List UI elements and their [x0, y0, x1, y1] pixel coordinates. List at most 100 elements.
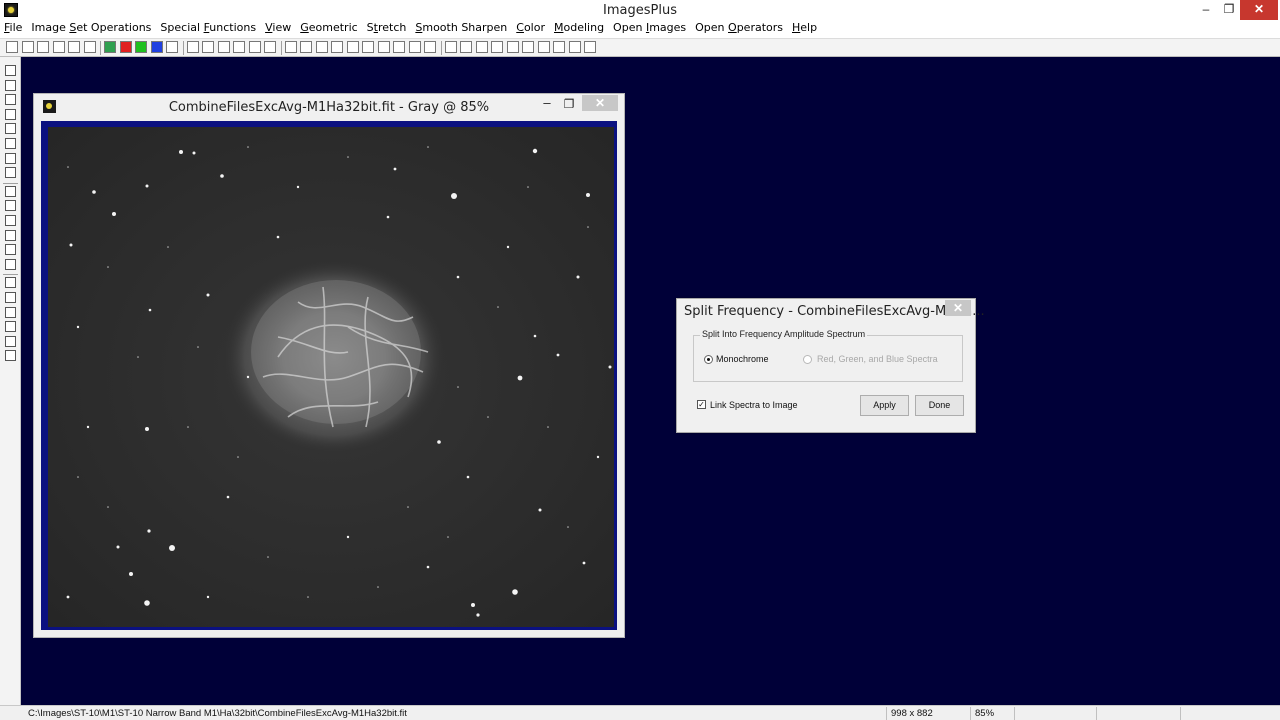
print-icon[interactable]	[83, 41, 96, 53]
monochrome-radio[interactable]	[704, 355, 713, 364]
new-file-icon[interactable]	[6, 41, 18, 53]
status-zoom: 85%	[970, 707, 1012, 720]
redo-all-icon[interactable]	[233, 41, 245, 53]
menu-color[interactable]: Color	[512, 21, 550, 37]
toolbar-separator	[100, 41, 101, 55]
menu-image-set-operations[interactable]: Image Set Operations	[27, 21, 156, 37]
blue-channel-icon[interactable]	[150, 41, 163, 53]
toolbar-separator	[440, 41, 442, 55]
brush-icon[interactable]	[5, 185, 16, 197]
status-panel-empty	[1014, 707, 1094, 720]
crop-icon[interactable]	[331, 41, 343, 53]
image-window-title: CombineFilesExcAvg-M1Ha32bit.fit - Gray …	[168, 100, 490, 115]
apply-button[interactable]: Apply	[860, 395, 909, 416]
done-button[interactable]: Done	[915, 395, 964, 416]
right-arrow-icon[interactable]	[5, 306, 16, 318]
window-icon[interactable]	[537, 41, 550, 53]
measure-icon[interactable]	[300, 41, 312, 53]
group-label: Split Into Frequency Amplitude Spectrum	[700, 329, 868, 339]
undo-all-icon[interactable]	[217, 41, 230, 53]
status-panel-empty	[1096, 707, 1178, 720]
menu-geometric[interactable]: Geometric	[296, 21, 362, 37]
toolbar-separator	[3, 274, 18, 276]
star-icon[interactable]	[377, 41, 390, 53]
app-title: ImagesPlus	[603, 3, 677, 18]
black-white-icon[interactable]	[5, 244, 16, 256]
rgb-spectra-radio[interactable]	[803, 355, 812, 364]
menu-stretch[interactable]: Stretch	[363, 21, 412, 37]
main-toolbar	[0, 38, 1280, 57]
window-cascade-icon[interactable]	[568, 41, 581, 53]
image-window-minimize-button[interactable]: –	[540, 96, 554, 111]
grid-view-icon[interactable]	[424, 41, 436, 53]
toolbar-separator	[3, 182, 18, 184]
crosshair-icon[interactable]	[346, 41, 359, 53]
white-point-icon[interactable]	[5, 167, 16, 179]
selection-icon[interactable]	[264, 41, 276, 53]
zoom-fit-icon[interactable]	[475, 41, 488, 53]
menu-bar: File Image Set Operations Special Function…	[0, 21, 1280, 37]
menu-special-functions[interactable]: Special Functions	[156, 21, 261, 37]
grid-icon[interactable]	[166, 41, 178, 53]
nebula-image[interactable]	[48, 127, 614, 627]
link-spectra-label[interactable]: Link Spectra to Image	[710, 400, 798, 410]
copy-icon[interactable]	[5, 350, 16, 362]
close-all-icon[interactable]	[68, 41, 80, 53]
menu-modeling[interactable]: Modeling	[550, 21, 609, 37]
curve-icon[interactable]	[5, 200, 16, 212]
toolbar-separator	[182, 41, 184, 55]
imagesplus-app: ImagesPlus – ❐ ✕ File Image Set Operation…	[0, 0, 1280, 720]
move-icon[interactable]	[5, 277, 16, 289]
status-file-path: C:\Images\ST-10\M1\ST-10 Narrow Band M1\…	[28, 708, 407, 719]
close-button[interactable]: ✕	[1240, 0, 1278, 20]
stretch-icon[interactable]	[5, 215, 16, 226]
point-icon[interactable]	[248, 41, 261, 53]
align-icon[interactable]	[362, 41, 374, 53]
blue-levels-icon[interactable]	[5, 123, 16, 135]
redo-icon[interactable]	[202, 41, 214, 53]
pencil-icon[interactable]	[408, 41, 421, 53]
rotate-left-icon[interactable]	[5, 321, 16, 333]
menu-open-images[interactable]: Open Images	[609, 21, 691, 37]
line-icon[interactable]	[284, 41, 297, 53]
maximize-button[interactable]: ❐	[1216, 0, 1242, 20]
gray-levels-icon[interactable]	[5, 152, 16, 164]
undo-icon[interactable]	[186, 41, 199, 53]
green-levels-icon[interactable]	[5, 108, 16, 120]
close-image-icon[interactable]	[52, 41, 65, 53]
dialog-close-button[interactable]: ✕	[945, 300, 971, 316]
menu-open-operators[interactable]: Open Operators	[691, 21, 788, 37]
red-levels-icon[interactable]	[5, 94, 16, 106]
rotate-right-icon[interactable]	[5, 335, 16, 347]
link-spectra-checkbox[interactable]: ✓	[697, 400, 706, 409]
save-icon[interactable]	[5, 65, 16, 76]
monochrome-label[interactable]: Monochrome	[716, 354, 769, 364]
menu-smooth-sharpen[interactable]: Smooth Sharpen	[411, 21, 512, 37]
menu-view[interactable]: View	[261, 21, 296, 37]
image-window-close-button[interactable]: ✕	[582, 95, 618, 111]
histogram-icon[interactable]	[315, 41, 328, 53]
save-icon[interactable]	[37, 41, 49, 53]
up-arrow-icon[interactable]	[5, 292, 16, 303]
green-channel-icon[interactable]	[135, 41, 147, 53]
black-point-icon[interactable]	[5, 79, 16, 91]
cyan-levels-icon[interactable]	[5, 138, 16, 149]
zoom-out-icon[interactable]	[460, 41, 472, 53]
menu-file[interactable]: File	[0, 21, 27, 37]
menu-help[interactable]: Help	[788, 21, 822, 37]
image-window-maximize-button[interactable]: ❐	[562, 97, 576, 111]
red-channel-icon[interactable]	[119, 41, 132, 53]
image-window[interactable]: CombineFilesExcAvg-M1Ha32bit.fit - Gray …	[33, 93, 625, 638]
window-small-icon[interactable]	[584, 41, 596, 53]
rgb-channels-icon[interactable]	[104, 41, 116, 53]
frequency-spectrum-group: Split Into Frequency Amplitude Spectrum …	[693, 329, 963, 382]
zoom-in-icon[interactable]	[444, 41, 457, 53]
zoom-actual-icon[interactable]	[491, 41, 503, 53]
window-tile-icon[interactable]	[553, 41, 565, 53]
rgb-balance-icon[interactable]	[5, 229, 16, 241]
color-mask-icon[interactable]	[5, 258, 16, 270]
zoom-box-icon[interactable]	[506, 41, 519, 53]
minimize-view-icon[interactable]	[522, 41, 534, 53]
camera-icon[interactable]	[393, 41, 405, 53]
open-file-icon[interactable]	[21, 41, 34, 53]
